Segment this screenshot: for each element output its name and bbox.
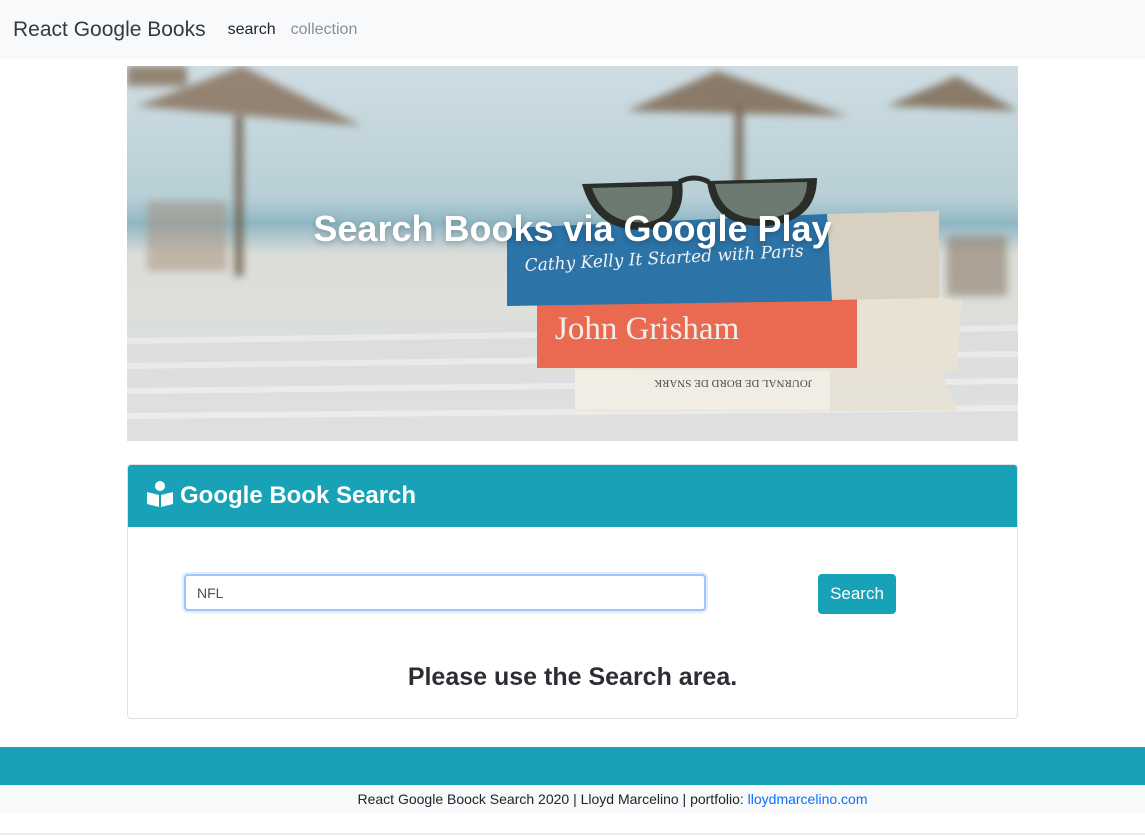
- search-card-title: Google Book Search: [180, 482, 417, 509]
- nav-link-search[interactable]: search: [228, 21, 276, 39]
- book-spine-text-3: JOURNAL DE BORD DE SNARK: [654, 377, 812, 389]
- top-navbar: React Google Books search collection: [0, 0, 1145, 59]
- hero-title: Search Books via Google Play: [313, 208, 832, 249]
- open-book-reader-icon: [146, 480, 174, 513]
- search-card-body: Search Please use the Search area.: [128, 527, 1017, 718]
- footer: React Google Boock Search 2020 | Lloyd M…: [0, 785, 1145, 813]
- hero-banner: Cathy Kelly It Started with Paris John G…: [127, 66, 1018, 441]
- search-card-header: Google Book Search: [128, 465, 1017, 527]
- footer-text: React Google Boock Search 2020 | Lloyd M…: [357, 791, 748, 807]
- search-button[interactable]: Search: [818, 574, 896, 614]
- bottom-divider: [0, 833, 1145, 835]
- hero-beach-books-image: Cathy Kelly It Started with Paris John G…: [127, 66, 1018, 441]
- search-message: Please use the Search area.: [407, 663, 738, 691]
- footer-accent-band: [0, 747, 1145, 785]
- nav-link-collection[interactable]: collection: [291, 21, 358, 39]
- book-spine-text-2: John Grisham: [555, 311, 740, 347]
- search-card: Google Book Search Search Please use the…: [127, 464, 1018, 719]
- search-input[interactable]: [184, 574, 706, 611]
- navbar-brand[interactable]: React Google Books: [13, 18, 206, 42]
- portfolio-link[interactable]: lloydmarcelino.com: [748, 791, 868, 807]
